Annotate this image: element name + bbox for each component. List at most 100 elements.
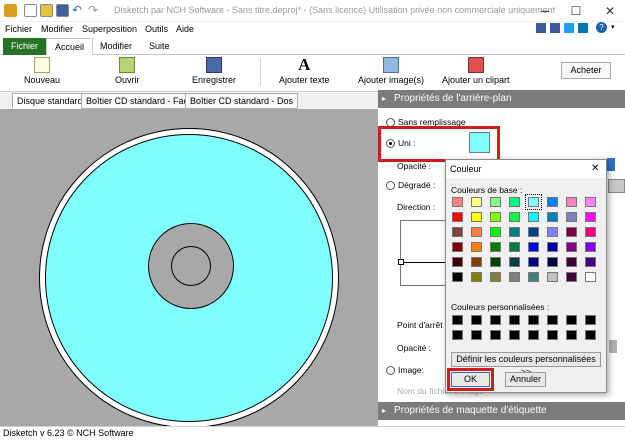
base-color-swatch[interactable] xyxy=(547,227,558,237)
design-canvas[interactable] xyxy=(0,109,378,426)
add-image-button[interactable]: Ajouter image(s) xyxy=(358,57,424,85)
doc-tab-cd-back[interactable]: Boîtier CD standard - Dos xyxy=(185,93,299,109)
base-color-swatch[interactable] xyxy=(490,257,501,267)
base-color-swatch[interactable] xyxy=(452,227,463,237)
base-color-swatch[interactable] xyxy=(566,257,577,267)
base-color-swatch[interactable] xyxy=(566,197,577,207)
buy-button[interactable]: Acheter xyxy=(561,62,611,79)
base-color-swatch[interactable] xyxy=(566,227,577,237)
redo-icon[interactable]: ↷ xyxy=(88,3,98,17)
doc-tab-standard-disc[interactable]: Disque standard xyxy=(12,93,88,109)
custom-color-swatch[interactable] xyxy=(509,315,520,325)
custom-color-swatch[interactable] xyxy=(471,315,482,325)
custom-color-swatch[interactable] xyxy=(452,330,463,340)
base-color-swatch[interactable] xyxy=(509,257,520,267)
menu-aide[interactable]: Aide xyxy=(176,24,194,34)
minimize-button[interactable]: ─ xyxy=(530,0,560,22)
base-color-swatch[interactable] xyxy=(509,272,520,282)
custom-color-swatch[interactable] xyxy=(585,315,596,325)
base-color-swatch[interactable] xyxy=(585,257,596,267)
tab-modifier[interactable]: Modifier xyxy=(92,38,140,55)
base-color-swatch[interactable] xyxy=(585,272,596,282)
menu-fichier[interactable]: Fichier xyxy=(5,24,32,34)
base-color-swatch[interactable] xyxy=(452,257,463,267)
base-color-swatch[interactable] xyxy=(490,272,501,282)
base-color-swatch[interactable] xyxy=(547,257,558,267)
custom-color-swatch[interactable] xyxy=(547,330,558,340)
base-color-swatch[interactable] xyxy=(452,212,463,222)
base-color-swatch[interactable] xyxy=(452,272,463,282)
custom-color-swatch[interactable] xyxy=(528,330,539,340)
facebook-icon[interactable] xyxy=(550,23,560,33)
base-color-swatch[interactable] xyxy=(471,197,482,207)
base-color-swatch[interactable] xyxy=(471,227,482,237)
base-color-swatch[interactable] xyxy=(547,272,558,282)
tab-suite[interactable]: Suite xyxy=(141,38,178,55)
menu-superposition[interactable]: Superposition xyxy=(82,24,137,34)
menu-modifier[interactable]: Modifier xyxy=(41,24,73,34)
base-color-swatch[interactable] xyxy=(585,197,596,207)
base-color-swatch[interactable] xyxy=(471,242,482,252)
dialog-close-button[interactable]: ✕ xyxy=(591,163,599,174)
base-color-swatch[interactable] xyxy=(528,257,539,267)
define-custom-colors-button[interactable]: Définir les couleurs personnalisées >> xyxy=(451,352,601,377)
base-color-swatch[interactable] xyxy=(547,242,558,252)
base-color-swatch[interactable] xyxy=(528,272,539,282)
base-color-swatch[interactable] xyxy=(547,212,558,222)
custom-color-swatch[interactable] xyxy=(566,315,577,325)
base-color-swatch[interactable] xyxy=(490,212,501,222)
base-color-swatch[interactable] xyxy=(566,212,577,222)
base-color-swatch[interactable] xyxy=(528,242,539,252)
add-clipart-button[interactable]: Ajouter un clipart xyxy=(442,57,510,85)
maximize-button[interactable]: ☐ xyxy=(561,0,591,22)
save-quick-icon[interactable] xyxy=(56,4,69,17)
base-color-swatch[interactable] xyxy=(547,197,558,207)
base-color-swatch[interactable] xyxy=(528,227,539,237)
save-button[interactable]: Enregistrer xyxy=(192,57,236,85)
solid-radio[interactable] xyxy=(386,139,395,148)
gradient-color-swatch[interactable] xyxy=(608,179,625,193)
base-color-swatch[interactable] xyxy=(585,212,596,222)
help-icon[interactable]: ? xyxy=(596,22,607,33)
twitter-icon[interactable] xyxy=(564,23,574,33)
new-quick-icon[interactable] xyxy=(24,4,37,17)
base-color-swatch[interactable] xyxy=(471,272,482,282)
base-color-swatch[interactable] xyxy=(452,197,463,207)
linkedin-icon[interactable] xyxy=(578,23,588,33)
base-color-swatch[interactable] xyxy=(528,212,539,222)
base-color-swatch[interactable] xyxy=(585,227,596,237)
tab-fichier[interactable]: Fichier xyxy=(3,38,47,55)
new-button[interactable]: Nouveau xyxy=(24,57,60,85)
background-properties-header[interactable]: ▸ Propriétés de l'arrière-plan xyxy=(378,90,625,108)
cancel-button[interactable]: Annuler xyxy=(505,372,546,387)
base-color-swatch[interactable] xyxy=(490,242,501,252)
direction-handle[interactable] xyxy=(398,259,404,265)
open-quick-icon[interactable] xyxy=(40,4,53,17)
custom-color-swatch[interactable] xyxy=(471,330,482,340)
base-color-swatch[interactable] xyxy=(509,242,520,252)
base-color-swatch[interactable] xyxy=(452,242,463,252)
custom-color-swatch[interactable] xyxy=(528,315,539,325)
open-button[interactable]: Ouvrir xyxy=(115,57,140,85)
base-color-swatch[interactable] xyxy=(525,194,542,210)
custom-color-swatch[interactable] xyxy=(585,330,596,340)
close-window-button[interactable]: ✕ xyxy=(595,0,625,22)
base-color-swatch[interactable] xyxy=(509,227,520,237)
base-color-swatch[interactable] xyxy=(509,212,520,222)
base-color-swatch[interactable] xyxy=(566,272,577,282)
custom-color-swatch[interactable] xyxy=(547,315,558,325)
tab-accueil[interactable]: Accueil xyxy=(46,38,94,55)
base-color-swatch[interactable] xyxy=(471,212,482,222)
like-icon[interactable] xyxy=(536,23,546,33)
base-color-swatch[interactable] xyxy=(471,257,482,267)
base-color-swatch[interactable] xyxy=(566,242,577,252)
add-text-button[interactable]: A Ajouter texte xyxy=(279,56,330,85)
custom-color-swatch[interactable] xyxy=(452,315,463,325)
solid-color-swatch[interactable] xyxy=(469,132,490,153)
image-radio[interactable] xyxy=(386,366,395,375)
doc-tab-cd-front[interactable]: Boîtier CD standard - Face xyxy=(81,93,199,109)
ok-button[interactable]: OK xyxy=(451,372,490,387)
dropdown-icon[interactable]: ▾ xyxy=(611,23,615,31)
opacity-slider-thumb[interactable] xyxy=(607,158,615,171)
base-color-swatch[interactable] xyxy=(490,227,501,237)
